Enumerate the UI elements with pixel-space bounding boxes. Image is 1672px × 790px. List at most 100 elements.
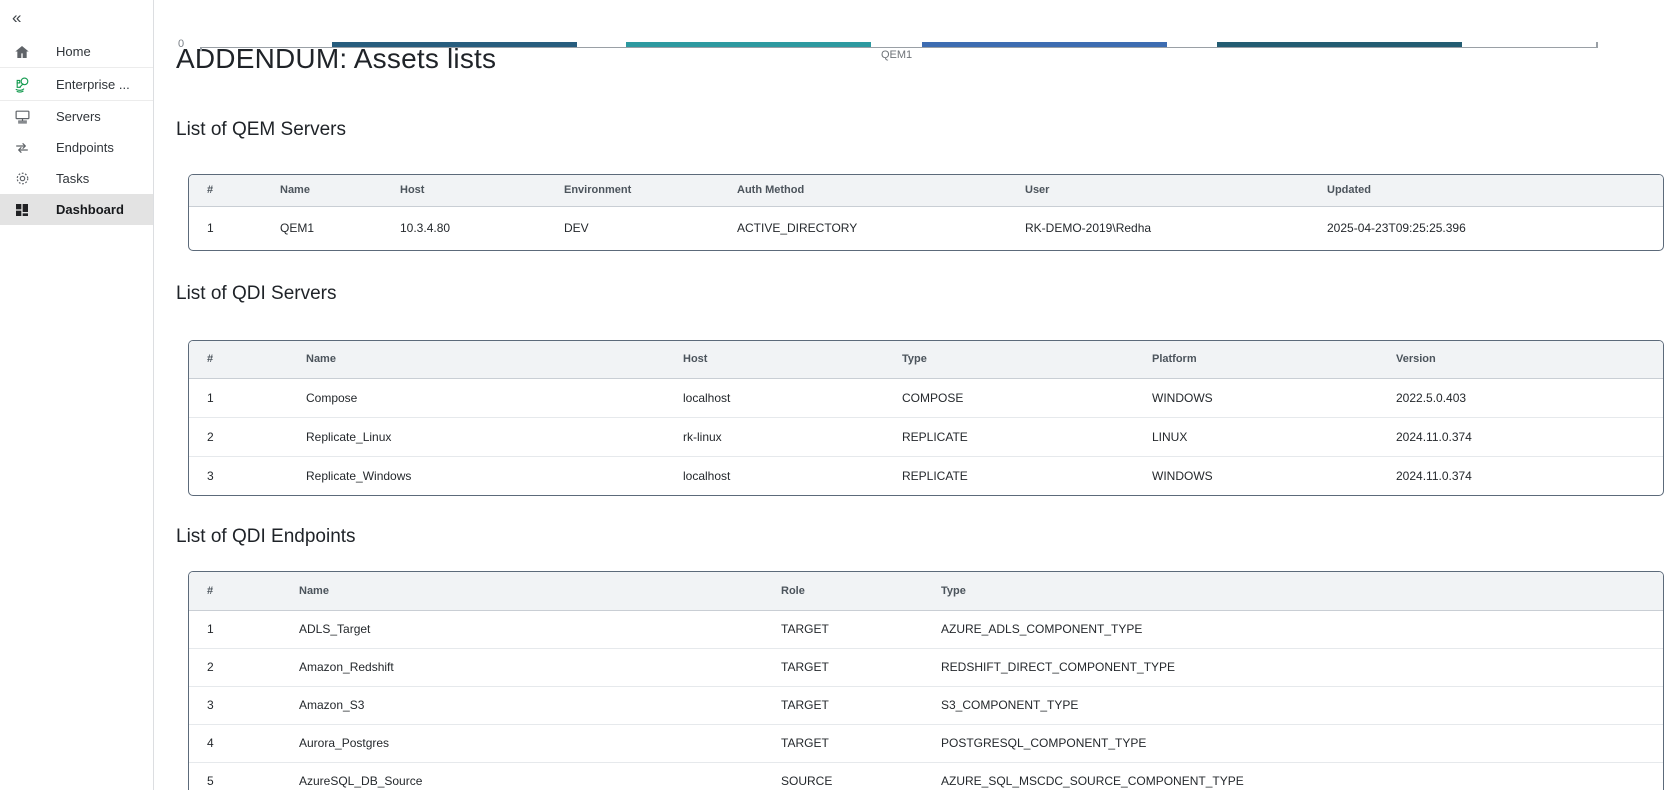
table-cell: Aurora_Postgres xyxy=(281,724,763,762)
table-cell: ACTIVE_DIRECTORY xyxy=(719,206,1007,250)
section-heading-qdi-endpoints: List of QDI Endpoints xyxy=(176,525,1672,549)
table-cell: 2 xyxy=(189,417,288,456)
table-cell: SOURCE xyxy=(763,762,923,790)
column-header-name: Name xyxy=(262,175,382,206)
sidebar-item-endpoints[interactable]: Endpoints xyxy=(0,132,153,163)
table-cell: Amazon_S3 xyxy=(281,686,763,724)
table-cell: 3 xyxy=(189,686,281,724)
table-cell: REPLICATE xyxy=(884,417,1134,456)
column-header-environment: Environment xyxy=(546,175,719,206)
qdi-endpoints-table: #NameRoleType1ADLS_TargetTARGETAZURE_ADL… xyxy=(188,571,1664,790)
table-row: 1QEM110.3.4.80DEVACTIVE_DIRECTORYRK-DEMO… xyxy=(189,206,1664,250)
sidebar-item-home[interactable]: Home xyxy=(0,36,153,67)
x-axis-right-tick xyxy=(1596,42,1598,48)
column-header-platform: Platform xyxy=(1134,341,1378,378)
column-header-number: # xyxy=(189,175,262,206)
table-cell: 1 xyxy=(189,610,281,648)
section-heading-qdi-servers: List of QDI Servers xyxy=(176,282,1672,306)
table-header-row: #NameRoleType xyxy=(189,572,1664,610)
sidebar-item-tasks[interactable]: Tasks xyxy=(0,163,153,194)
table-cell: RK-DEMO-2019\Redha xyxy=(1007,206,1309,250)
column-header-type: Type xyxy=(923,572,1664,610)
x-axis-category-label: QEM1 xyxy=(881,49,912,61)
table-cell: ADLS_Target xyxy=(281,610,763,648)
table-cell: Amazon_Redshift xyxy=(281,648,763,686)
x-axis-left-tick xyxy=(200,47,202,51)
sidebar-items: Home Enterprise ... Servers Endpoints Tasks D… xyxy=(0,36,153,225)
table-cell: REDSHIFT_DIRECT_COMPONENT_TYPE xyxy=(923,648,1664,686)
table-cell: WINDOWS xyxy=(1134,378,1378,417)
table-cell: POSTGRESQL_COMPONENT_TYPE xyxy=(923,724,1664,762)
table-cell: Compose xyxy=(288,378,665,417)
table-cell: 2025-04-23T09:25:25.396 xyxy=(1309,206,1664,250)
table-cell: 1 xyxy=(189,378,288,417)
sidebar-item-label: Servers xyxy=(56,109,101,124)
cropped-bar-chart: 0 QEM1 xyxy=(154,42,1672,66)
table-cell: 2024.11.0.374 xyxy=(1378,417,1664,456)
column-header-type: Type xyxy=(884,341,1134,378)
home-icon xyxy=(12,42,32,62)
sidebar-item-label: Home xyxy=(56,44,91,59)
table-cell: Replicate_Windows xyxy=(288,456,665,495)
sidebar-item-label: Tasks xyxy=(56,171,89,186)
section-heading-qem-servers: List of QEM Servers xyxy=(176,118,1672,142)
sidebar-item-label: Enterprise ... xyxy=(56,77,130,92)
table-cell: AZURE_ADLS_COMPONENT_TYPE xyxy=(923,610,1664,648)
table-row: 1ComposelocalhostCOMPOSEWINDOWS2022.5.0.… xyxy=(189,378,1664,417)
table-cell: 10.3.4.80 xyxy=(382,206,546,250)
column-header-name: Name xyxy=(281,572,763,610)
column-header-number: # xyxy=(189,341,288,378)
table-cell: WINDOWS xyxy=(1134,456,1378,495)
sidebar-item-servers[interactable]: Servers xyxy=(0,101,153,132)
main-content: 0 QEM1 ADDENDUM: Assets lists List of QE… xyxy=(154,42,1672,790)
table-cell: rk-linux xyxy=(665,417,884,456)
table-row: 3Replicate_WindowslocalhostREPLICATEWIND… xyxy=(189,456,1664,495)
y-axis-tick-label: 0 xyxy=(178,38,184,50)
column-header-host: Host xyxy=(382,175,546,206)
table-cell: LINUX xyxy=(1134,417,1378,456)
table-row: 1ADLS_TargetTARGETAZURE_ADLS_COMPONENT_T… xyxy=(189,610,1664,648)
table-cell: AZURE_SQL_MSCDC_SOURCE_COMPONENT_TYPE xyxy=(923,762,1664,790)
column-header-host: Host xyxy=(665,341,884,378)
table-cell: TARGET xyxy=(763,724,923,762)
sidebar-collapse-icon[interactable]: « xyxy=(12,8,21,28)
table-row: 4Aurora_PostgresTARGETPOSTGRESQL_COMPONE… xyxy=(189,724,1664,762)
column-header-name: Name xyxy=(288,341,665,378)
table-cell: TARGET xyxy=(763,610,923,648)
table-cell: AzureSQL_DB_Source xyxy=(281,762,763,790)
report-content: ADDENDUM: Assets lists List of QEM Serve… xyxy=(154,42,1672,790)
table-cell: S3_COMPONENT_TYPE xyxy=(923,686,1664,724)
column-header-number: # xyxy=(189,572,281,610)
table-cell: COMPOSE xyxy=(884,378,1134,417)
table-row: 2Replicate_Linuxrk-linuxREPLICATELINUX20… xyxy=(189,417,1664,456)
sidebar-item-label: Dashboard xyxy=(56,202,124,217)
dashboard-icon xyxy=(12,200,32,220)
enterprise-manager-icon xyxy=(12,74,32,94)
table-cell: REPLICATE xyxy=(884,456,1134,495)
column-header-role: Role xyxy=(763,572,923,610)
tasks-icon xyxy=(12,169,32,189)
endpoints-icon xyxy=(12,138,32,158)
table-cell: DEV xyxy=(546,206,719,250)
table-cell: QEM1 xyxy=(262,206,382,250)
servers-icon xyxy=(12,107,32,127)
table-cell: 3 xyxy=(189,456,288,495)
table-cell: 2 xyxy=(189,648,281,686)
column-header-updated: Updated xyxy=(1309,175,1664,206)
table-cell: 5 xyxy=(189,762,281,790)
column-header-user: User xyxy=(1007,175,1309,206)
column-header-version: Version xyxy=(1378,341,1664,378)
table-header-row: #NameHostEnvironmentAuth MethodUserUpdat… xyxy=(189,175,1664,206)
table-cell: localhost xyxy=(665,456,884,495)
table-cell: TARGET xyxy=(763,686,923,724)
table-row: 5AzureSQL_DB_SourceSOURCEAZURE_SQL_MSCDC… xyxy=(189,762,1664,790)
sidebar-item-dashboard[interactable]: Dashboard xyxy=(0,194,153,225)
table-row: 3Amazon_S3TARGETS3_COMPONENT_TYPE xyxy=(189,686,1664,724)
qdi-servers-table: #NameHostTypePlatformVersion1Composeloca… xyxy=(188,340,1664,496)
table-cell: 2022.5.0.403 xyxy=(1378,378,1664,417)
table-row: 2Amazon_RedshiftTARGETREDSHIFT_DIRECT_CO… xyxy=(189,648,1664,686)
sidebar-item-enterprise-manager[interactable]: Enterprise ... xyxy=(0,67,153,101)
table-cell: 1 xyxy=(189,206,262,250)
table-cell: 2024.11.0.374 xyxy=(1378,456,1664,495)
sidebar: « Home Enterprise ... Servers Endpoints Task… xyxy=(0,0,154,790)
